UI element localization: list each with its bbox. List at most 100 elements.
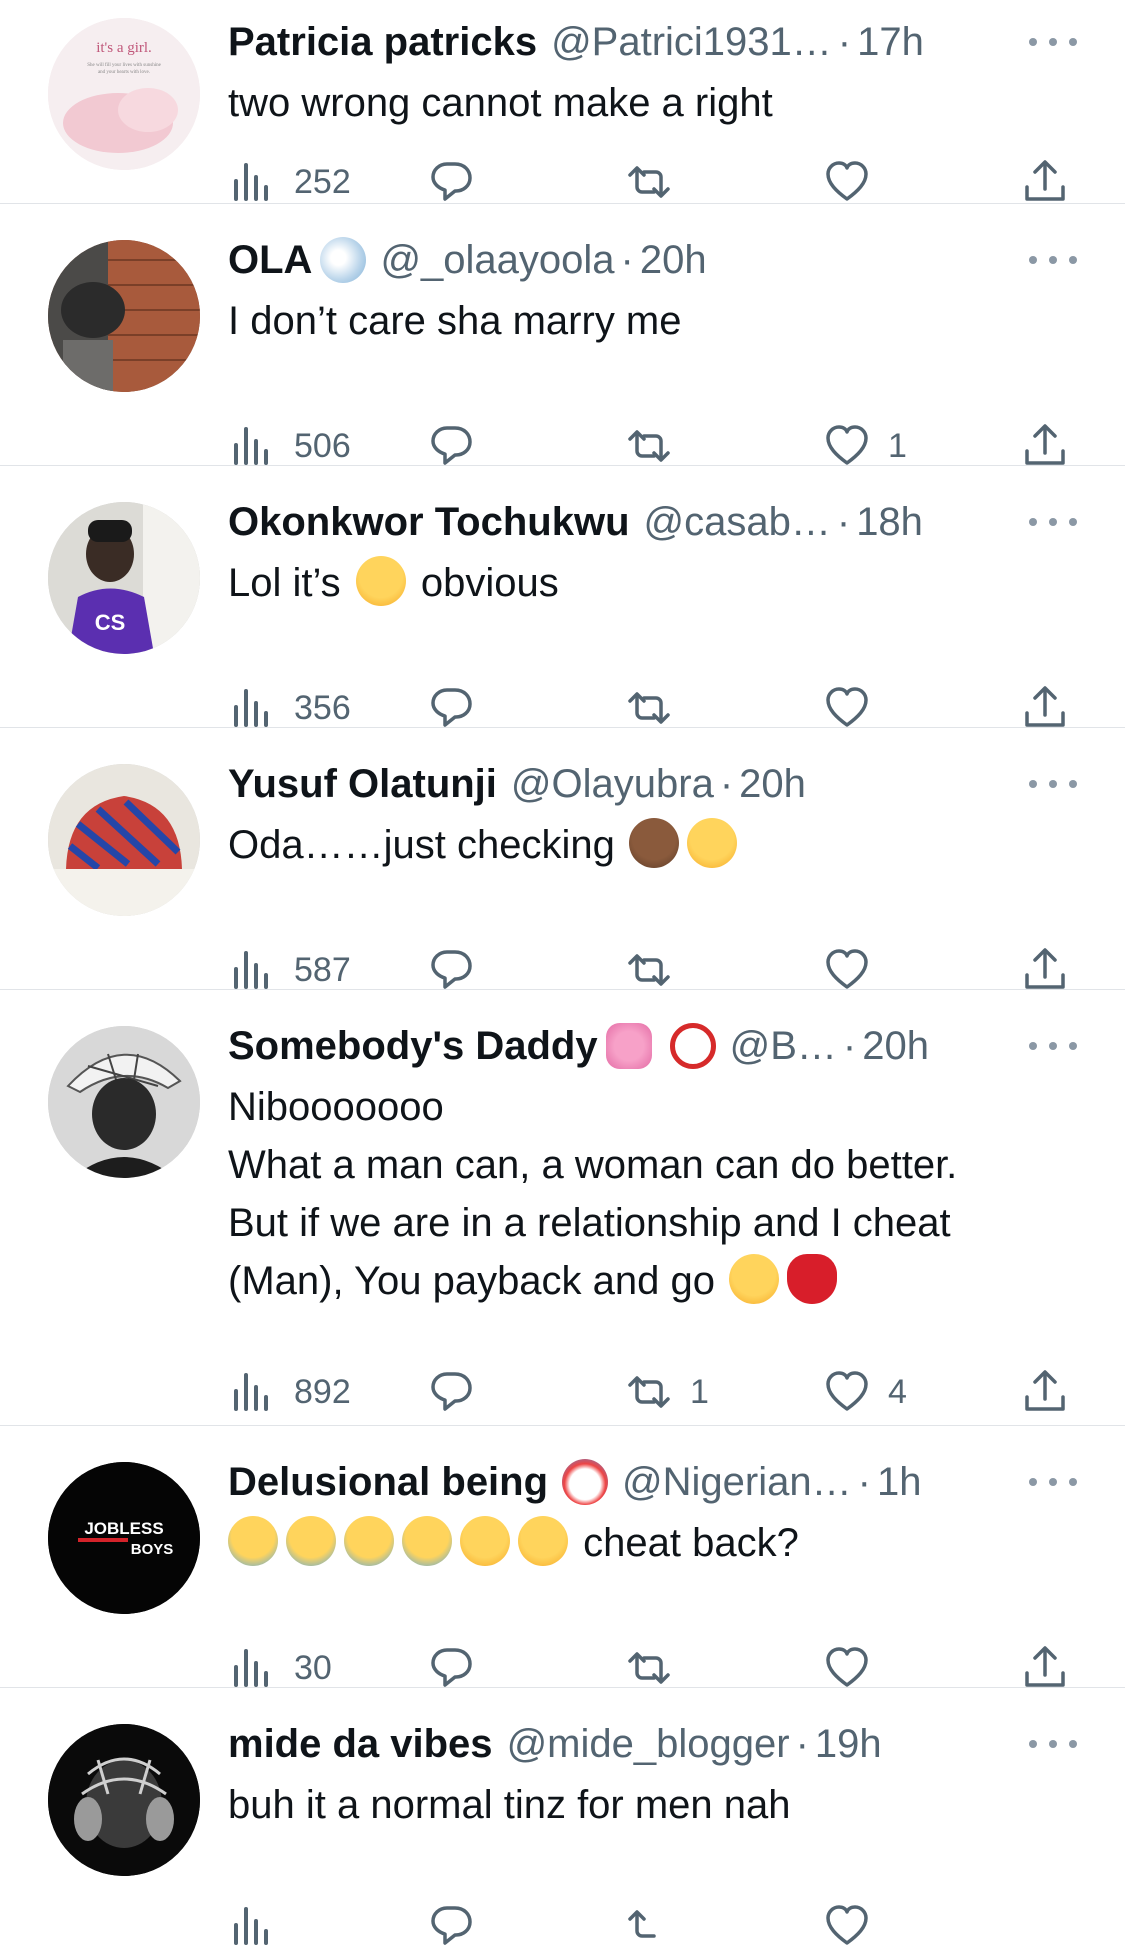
views-icon (234, 427, 268, 465)
tweet[interactable]: JOBLESS BOYS Delusional being @Nigerian…… (0, 1426, 1125, 1688)
user-handle[interactable]: @Patrici1931… (551, 20, 832, 65)
text-line: What a man can, a woman can do better. (228, 1143, 958, 1187)
views-button[interactable]: 252 (230, 159, 351, 205)
timestamp[interactable]: 1h (877, 1460, 922, 1505)
tweet[interactable]: OLA @_olaayoola · 20h I don’t care sha m… (0, 204, 1125, 466)
user-handle[interactable]: @Nigerian… (622, 1460, 852, 1505)
reply-button[interactable] (428, 159, 492, 205)
like-button[interactable] (824, 685, 888, 731)
like-button[interactable] (824, 1903, 870, 1949)
tweet[interactable]: it's a girl. She will fill your lives wi… (0, 0, 1125, 204)
more-icon[interactable] (1029, 16, 1077, 68)
retweet-button[interactable] (626, 947, 690, 993)
retweet-button[interactable] (626, 1645, 690, 1691)
tweet-text: Lol it’s obvious (228, 554, 1085, 612)
more-icon[interactable] (1029, 758, 1077, 810)
display-name[interactable]: Delusional being (228, 1460, 548, 1505)
user-handle[interactable]: @casab… (644, 500, 831, 545)
timestamp[interactable]: 20h (739, 762, 806, 807)
separator-dot: · (719, 761, 734, 806)
reply-button[interactable] (428, 423, 492, 469)
like-button[interactable]: 4 (824, 1369, 907, 1415)
more-icon[interactable] (1029, 1456, 1077, 1508)
views-button[interactable]: 587 (230, 947, 351, 993)
views-button[interactable]: 356 (230, 685, 351, 731)
laughing-tears-emoji (355, 556, 406, 606)
display-name[interactable]: mide da vibes (228, 1722, 493, 1767)
tweet-header: Okonkwor Tochukwu @casab… · 18h (228, 496, 1085, 548)
views-button[interactable]: 892 (230, 1369, 351, 1415)
retweet-button[interactable] (626, 159, 690, 205)
timestamp[interactable]: 17h (857, 20, 924, 65)
reply-button[interactable] (428, 1369, 492, 1415)
tweet-text: buh it a normal tinz for men nah (228, 1783, 791, 1827)
share-button[interactable] (1022, 423, 1068, 469)
tweet[interactable]: mide da vibes @mide_blogger · 19h buh it… (0, 1688, 1125, 1945)
display-name[interactable]: Somebody's Daddy (228, 1024, 598, 1069)
retweet-icon (628, 166, 670, 198)
bikini-emoji (605, 1023, 652, 1069)
display-name[interactable]: Yusuf Olatunji (228, 762, 497, 807)
avatar[interactable]: it's a girl. She will fill your lives wi… (48, 18, 200, 170)
avatar[interactable] (48, 1724, 200, 1876)
tweet-header: Somebody's Daddy @B… · 20h (228, 1020, 1085, 1072)
avatar[interactable] (48, 1026, 200, 1178)
views-button[interactable] (230, 1903, 276, 1949)
share-icon (1025, 1646, 1065, 1687)
tweet-header: OLA @_olaayoola · 20h (228, 234, 1085, 286)
timestamp[interactable]: 20h (862, 1024, 929, 1069)
timestamp[interactable]: 18h (856, 500, 923, 545)
retweet-button[interactable] (626, 423, 690, 469)
timestamp[interactable]: 20h (640, 238, 707, 283)
retweet-button[interactable] (626, 685, 690, 731)
broken-heart-emoji (787, 1254, 838, 1304)
views-button[interactable]: 30 (230, 1645, 332, 1691)
retweet-icon (628, 1376, 670, 1408)
avatar[interactable] (48, 764, 200, 916)
share-button[interactable] (1022, 1645, 1068, 1691)
tweet[interactable]: Yusuf Olatunji @Olayubra · 20h Oda……just… (0, 728, 1125, 990)
more-icon[interactable] (1029, 496, 1077, 548)
more-icon[interactable] (1029, 1718, 1077, 1770)
display-name[interactable]: Okonkwor Tochukwu (228, 500, 630, 545)
share-button[interactable] (1022, 685, 1068, 731)
share-icon (1025, 1370, 1065, 1411)
user-handle[interactable]: @Olayubra (511, 762, 714, 807)
tweet-text: I don’t care sha marry me (228, 299, 682, 343)
reply-button[interactable] (428, 1645, 492, 1691)
views-count: 587 (294, 950, 351, 989)
avatar[interactable]: CS (48, 502, 200, 654)
laughing-tears-emoji (729, 1254, 780, 1304)
tweet-text: Nibooooooo What a man can, a woman can d… (228, 1078, 1085, 1310)
like-button[interactable]: 1 (824, 423, 907, 469)
like-button[interactable] (824, 1645, 888, 1691)
like-button[interactable] (824, 159, 888, 205)
text-line: Nibooooooo (228, 1085, 444, 1129)
share-button[interactable] (1022, 947, 1068, 993)
timestamp[interactable]: 19h (815, 1722, 882, 1767)
avatar-logo-text: BOYS (131, 1541, 174, 1558)
retweet-button[interactable]: 1 (626, 1369, 709, 1415)
reply-button[interactable] (428, 1903, 474, 1949)
share-button[interactable] (1022, 1369, 1068, 1415)
display-name[interactable]: OLA (228, 238, 312, 283)
tweet[interactable]: Somebody's Daddy @B… · 20h Nibooooooo Wh… (0, 990, 1125, 1426)
display-name[interactable]: Patricia patricks (228, 20, 537, 65)
retweet-button[interactable] (626, 1903, 672, 1949)
user-handle[interactable]: @B… (730, 1024, 837, 1069)
tweet[interactable]: CS Okonkwor Tochukwu @casab… · 18h Lol i… (0, 466, 1125, 728)
views-button[interactable]: 506 (230, 423, 351, 469)
reply-button[interactable] (428, 947, 492, 993)
avatar[interactable]: JOBLESS BOYS (48, 1462, 200, 1614)
views-count: 506 (294, 426, 351, 465)
user-handle[interactable]: @mide_blogger (507, 1722, 790, 1767)
more-icon[interactable] (1029, 234, 1077, 286)
like-button[interactable] (824, 947, 888, 993)
share-button[interactable] (1022, 159, 1068, 205)
user-handle[interactable]: @_olaayoola (380, 238, 614, 283)
separator-dot: · (837, 19, 852, 64)
more-icon[interactable] (1029, 1020, 1077, 1072)
avatar[interactable] (48, 240, 200, 392)
reply-button[interactable] (428, 685, 492, 731)
tweet-header: Delusional being @Nigerian… · 1h (228, 1456, 1085, 1508)
